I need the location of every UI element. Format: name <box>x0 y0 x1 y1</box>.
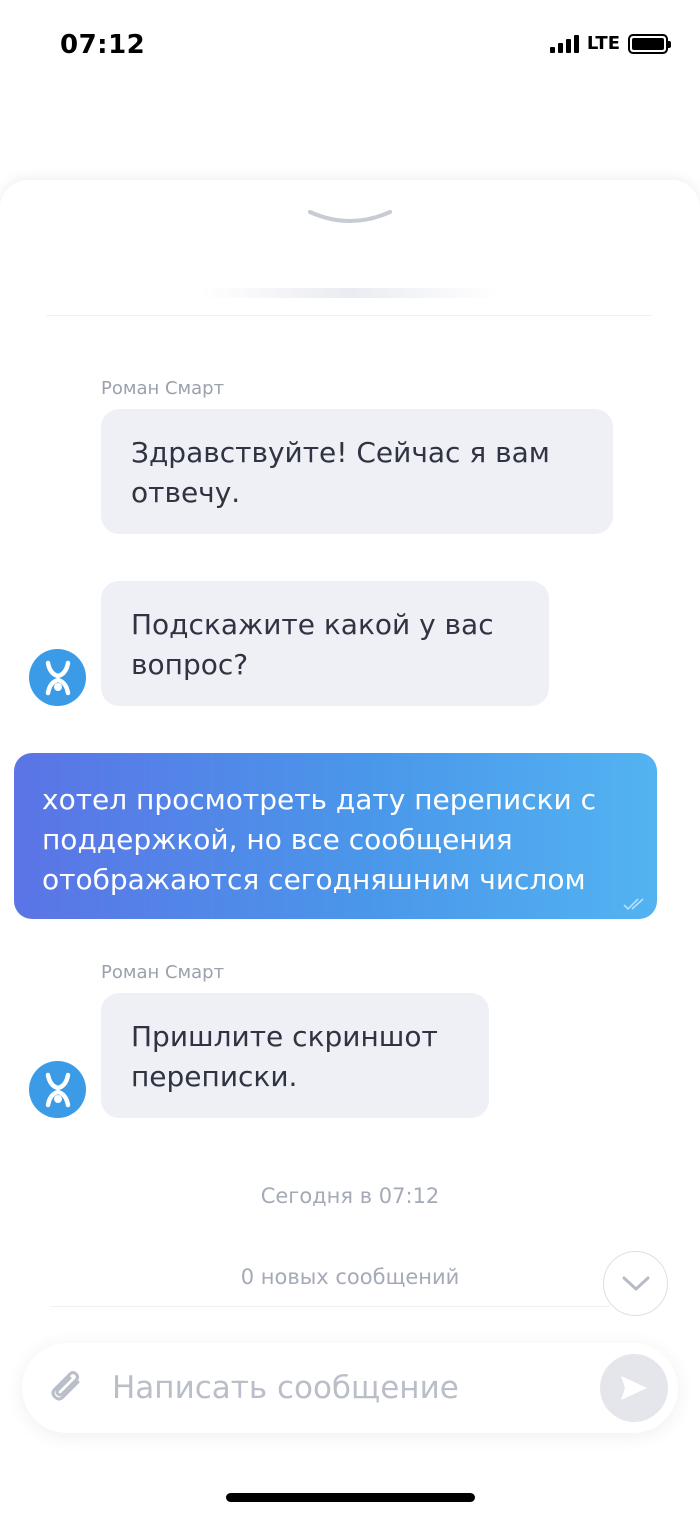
sender-name: Роман Смарт <box>101 378 225 399</box>
yota-logo-icon <box>45 1072 70 1107</box>
send-button[interactable] <box>600 1354 668 1422</box>
home-indicator <box>226 1493 475 1502</box>
read-receipt-icon <box>623 898 644 911</box>
chevron-down-icon <box>622 1276 649 1290</box>
incoming-message: Здравствуйте! Сейчас я вам отвечу. <box>101 409 613 534</box>
date-label: Сегодня в 07:12 <box>260 1184 440 1208</box>
incoming-message: Подскажите какой у вас вопрос? <box>101 581 549 706</box>
network-type: LTE <box>586 33 620 54</box>
message-text: Здравствуйте! Сейчас я вам отвечу. <box>131 436 550 509</box>
message-text: Пришлите скриншот переписки. <box>131 1020 438 1093</box>
faded-previous-content <box>200 288 500 298</box>
divider <box>46 315 652 316</box>
outgoing-message: хотел просмотреть дату переписки с подде… <box>14 753 657 919</box>
status-bar: 07:12 LTE <box>0 0 700 90</box>
status-indicators: LTE <box>549 33 671 54</box>
message-text: Подскажите какой у вас вопрос? <box>131 608 494 681</box>
status-time: 07:12 <box>60 30 146 60</box>
agent-avatar <box>29 1061 86 1118</box>
cellular-signal-icon <box>549 34 579 53</box>
message-text: хотел просмотреть дату переписки с подде… <box>42 783 597 896</box>
agent-avatar <box>29 649 86 706</box>
scroll-down-button[interactable] <box>603 1251 668 1316</box>
sheet-collapse-handle[interactable] <box>308 208 392 230</box>
send-arrow-icon <box>621 1376 647 1400</box>
message-input[interactable] <box>112 1361 582 1415</box>
yota-logo-icon <box>45 660 70 695</box>
message-composer <box>22 1343 678 1433</box>
new-messages-label: 0 новых сообщений <box>240 1265 460 1289</box>
incoming-message: Пришлите скриншот переписки. <box>101 993 489 1118</box>
divider <box>50 1306 610 1307</box>
sender-name: Роман Смарт <box>101 962 225 983</box>
chat-sheet: Роман Смарт Здравствуйте! Сейчас я вам о… <box>0 180 700 1515</box>
battery-icon <box>628 33 671 54</box>
paperclip-icon[interactable] <box>48 1368 86 1408</box>
